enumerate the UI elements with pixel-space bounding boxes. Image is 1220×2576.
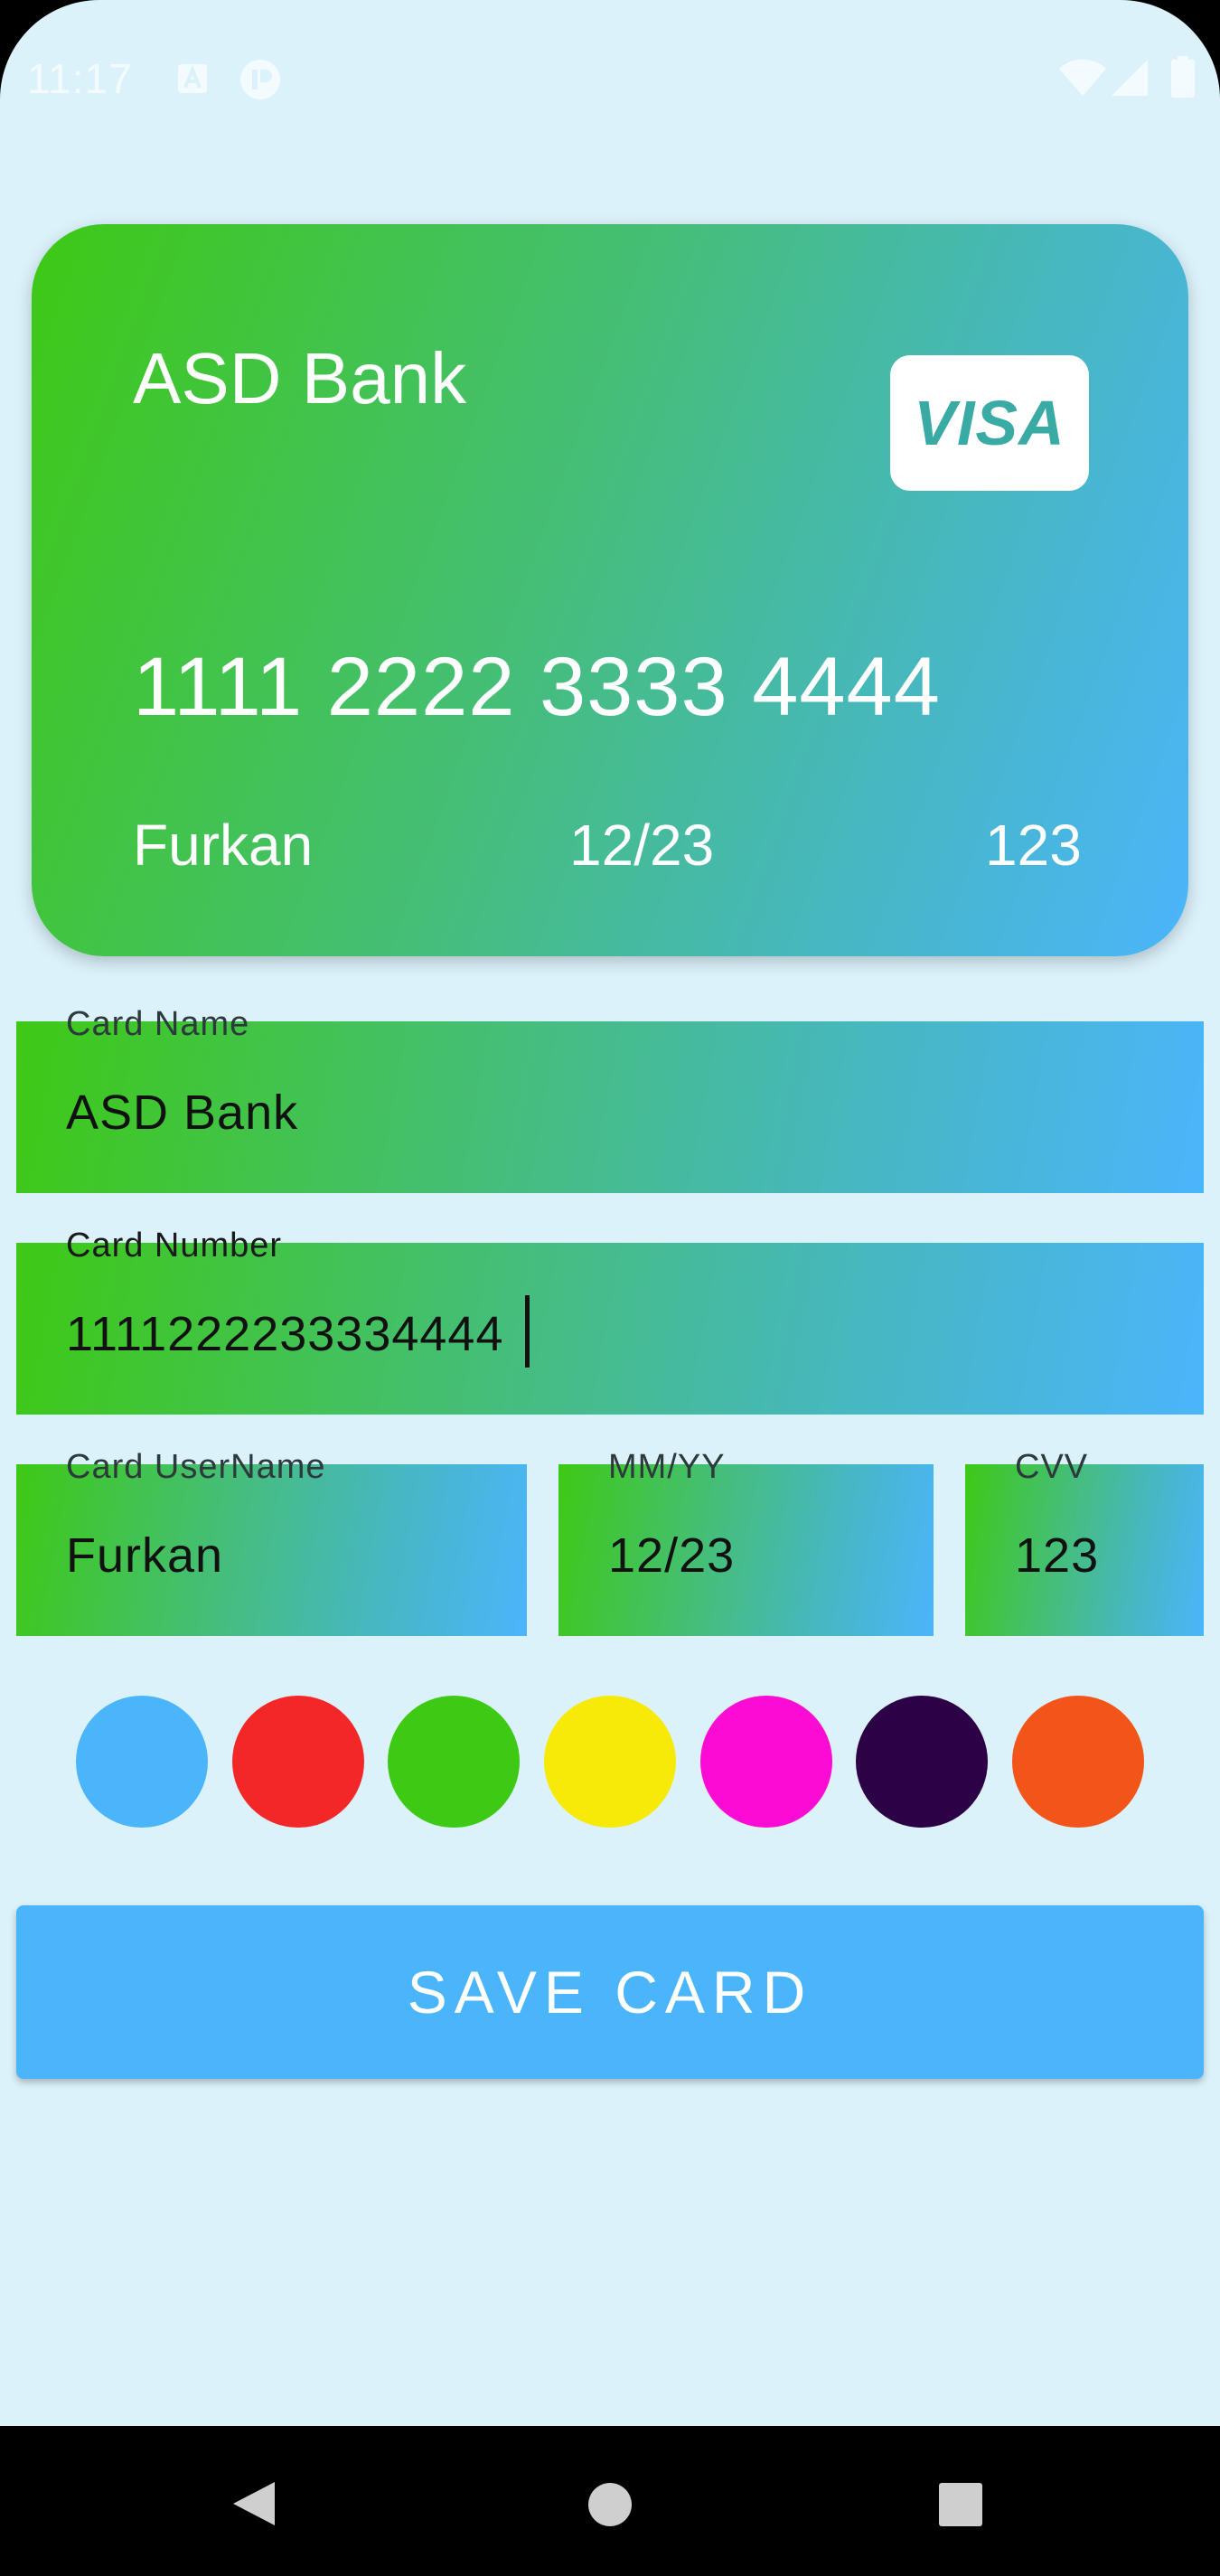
card-number-input[interactable] [66,1243,1181,1420]
expiry-label: MM/YY [608,1448,726,1486]
card-bank-name: ASD Bank [133,338,467,418]
card-cvv-display: 123 [985,813,1082,878]
expiry-field[interactable]: MM/YY [558,1448,934,1641]
cvv-field[interactable]: CVV [965,1448,1204,1641]
credit-card-preview: ASD Bank VISA 1111 2222 3333 4444 Furkan… [32,224,1188,956]
status-bar: 11:17 [0,0,1220,154]
back-icon[interactable] [231,2480,277,2532]
navigation-bar [0,2426,1220,2576]
text-cursor [525,1295,530,1368]
color-swatch-yellow[interactable] [544,1696,676,1828]
status-time: 11:17 [27,55,133,102]
play-notification-icon [239,58,282,106]
card-username-field[interactable]: Card UserName [16,1448,527,1641]
card-name-label: Card Name [66,1005,250,1043]
color-swatch-red[interactable] [232,1696,364,1828]
card-username-input[interactable] [66,1464,504,1641]
cvv-input[interactable] [1015,1464,1181,1641]
color-swatch-blue[interactable] [76,1696,208,1828]
card-number-field[interactable]: Card Number [16,1227,1204,1420]
color-swatch-orange[interactable] [1012,1696,1144,1828]
card-number-label: Card Number [66,1227,283,1264]
card-number-display: 1111 2222 3333 4444 [133,641,941,733]
card-username-label: Card UserName [66,1448,326,1486]
color-swatch-green[interactable] [388,1696,520,1828]
a-notification-icon [177,63,208,99]
card-name-input[interactable] [66,1021,1181,1199]
card-name-field[interactable]: Card Name [16,1005,1204,1199]
wifi-icon [1059,58,1106,102]
battery-icon [1171,56,1195,102]
color-swatch-dark-purple[interactable] [856,1696,988,1828]
save-card-button[interactable]: SAVE CARD [16,1905,1204,2079]
expiry-input[interactable] [608,1464,911,1641]
signal-icon [1110,58,1150,102]
card-expiry-display: 12/23 [569,813,715,878]
home-icon[interactable] [587,2482,633,2532]
card-holder-display: Furkan [133,813,314,878]
visa-logo: VISA [890,355,1089,491]
cvv-label: CVV [1015,1448,1089,1486]
recents-icon[interactable] [938,2482,983,2532]
color-swatch-magenta[interactable] [700,1696,832,1828]
app-screen: 11:17 ASD Bank VISA 1111 2222 3333 4444 … [0,0,1220,2576]
